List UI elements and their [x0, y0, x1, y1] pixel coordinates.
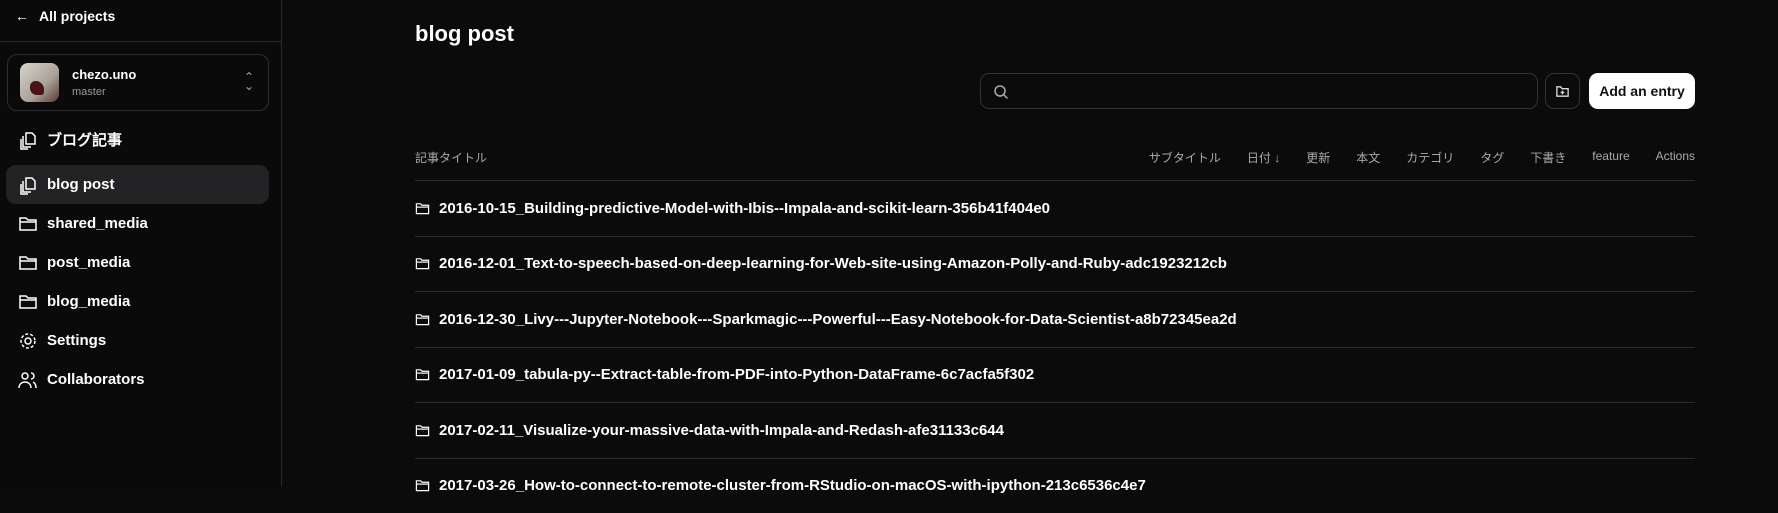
folder-icon — [18, 292, 38, 312]
sidebar-item-label: blog post — [47, 176, 115, 193]
sidebar-item-settings[interactable]: Settings — [6, 321, 269, 360]
search-input[interactable] — [980, 73, 1538, 109]
entry-title: 2017-02-11_Visualize-your-massive-data-w… — [439, 422, 1004, 439]
page-title: blog post — [415, 21, 514, 47]
table-row[interactable]: 2016-10-15_Building-predictive-Model-wit… — [415, 180, 1695, 236]
folder-icon — [415, 367, 430, 382]
branch-name: master — [72, 86, 136, 98]
column-header[interactable]: サブタイトル — [1149, 149, 1221, 166]
sidebar-item-label: ブログ記事 — [47, 129, 122, 150]
entry-title: 2017-01-09_tabula-py--Extract-table-from… — [439, 366, 1034, 383]
folder-icon — [415, 423, 430, 438]
column-header[interactable]: 本文 — [1356, 149, 1380, 166]
sidebar-item-blog-post[interactable]: blog post — [6, 165, 269, 204]
folder-icon — [415, 478, 430, 493]
folder-icon — [18, 253, 38, 273]
column-header-title[interactable]: 記事タイトル — [415, 149, 487, 166]
column-header[interactable]: 更新 — [1306, 149, 1330, 166]
column-header[interactable]: Actions — [1656, 149, 1695, 166]
column-header[interactable]: タグ — [1480, 149, 1504, 166]
folder-plus-icon — [1555, 84, 1570, 99]
sidebar-item-shared-media[interactable]: shared_media — [6, 204, 269, 243]
new-folder-button[interactable] — [1545, 73, 1580, 109]
sidebar-item-label: Collaborators — [47, 371, 145, 388]
copy-icon — [18, 175, 38, 195]
arrow-left-icon: ← — [15, 8, 29, 24]
table-row[interactable]: 2017-01-09_tabula-py--Extract-table-from… — [415, 347, 1695, 403]
chevron-up-down-icon: ⌃⌄ — [244, 73, 254, 91]
entry-title: 2017-03-26_How-to-connect-to-remote-clus… — [439, 477, 1146, 494]
column-header[interactable]: 日付 ↓ — [1247, 149, 1280, 166]
folder-icon — [415, 256, 430, 271]
avatar — [20, 63, 59, 102]
users-icon — [18, 370, 38, 390]
column-header[interactable]: 下書き — [1530, 149, 1566, 166]
divider — [0, 41, 281, 42]
column-header[interactable]: feature — [1592, 149, 1629, 166]
sidebar-item-label: post_media — [47, 254, 130, 271]
entry-title: 2016-12-01_Text-to-speech-based-on-deep-… — [439, 255, 1227, 272]
table-row[interactable]: 2017-03-26_How-to-connect-to-remote-clus… — [415, 458, 1695, 513]
folder-icon — [415, 312, 430, 327]
folder-icon — [415, 201, 430, 216]
gear-icon — [18, 331, 38, 351]
sidebar-item-blog-media[interactable]: blog_media — [6, 282, 269, 321]
sidebar: ← All projects chezo.uno master ⌃⌄ ブログ記事… — [0, 0, 282, 487]
table-row[interactable]: 2016-12-30_Livy---Jupyter-Notebook---Spa… — [415, 291, 1695, 347]
sidebar-item-label: Settings — [47, 332, 106, 349]
all-projects-link[interactable]: ← All projects — [15, 8, 115, 24]
sidebar-item--[interactable]: ブログ記事 — [6, 120, 269, 159]
copy-icon — [18, 130, 38, 150]
sidebar-item-collaborators[interactable]: Collaborators — [6, 360, 269, 399]
folder-icon — [18, 214, 38, 234]
add-entry-button[interactable]: Add an entry — [1589, 73, 1695, 109]
table-header: 記事タイトル サブタイトル 日付 ↓ 更新 本文 カテゴリ タグ 下書き feature Act… — [415, 149, 1695, 169]
main: blog post Add an entry 記事タイトル サブタイトル 日付 ↓… — [282, 0, 1778, 487]
project-switcher[interactable]: chezo.uno master ⌃⌄ — [7, 54, 269, 111]
project-name: chezo.uno — [72, 67, 136, 82]
entry-title: 2016-10-15_Building-predictive-Model-wit… — [439, 200, 1050, 217]
entry-list: 2016-10-15_Building-predictive-Model-wit… — [415, 180, 1695, 513]
table-row[interactable]: 2016-12-01_Text-to-speech-based-on-deep-… — [415, 236, 1695, 292]
sidebar-item-post-media[interactable]: post_media — [6, 243, 269, 282]
sidebar-item-label: shared_media — [47, 215, 148, 232]
sidebar-item-label: blog_media — [47, 293, 130, 310]
column-header[interactable]: カテゴリ — [1406, 149, 1454, 166]
table-row[interactable]: 2017-02-11_Visualize-your-massive-data-w… — [415, 402, 1695, 458]
entry-title: 2016-12-30_Livy---Jupyter-Notebook---Spa… — [439, 311, 1237, 328]
search-icon — [993, 84, 1009, 100]
